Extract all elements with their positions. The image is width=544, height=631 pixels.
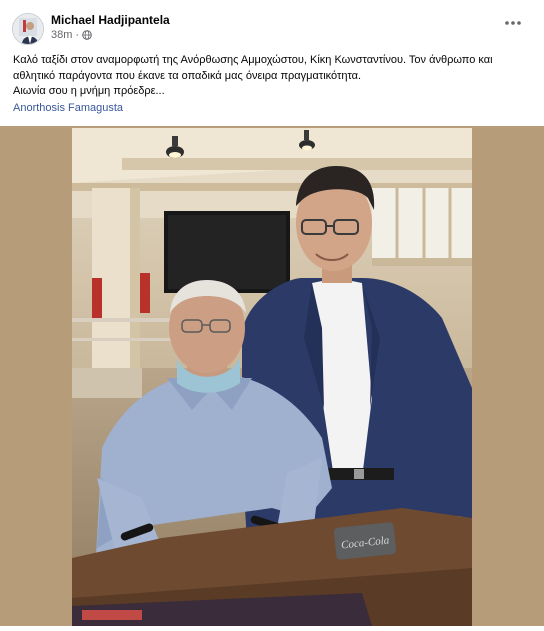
photo-of-two-men: Coca-Cola [72,128,472,626]
author-name[interactable]: Michael Hadjipantela [51,13,170,27]
post-footer [0,626,544,631]
post-header: Michael Hadjipantela 38m · [12,10,532,48]
author-avatar[interactable] [12,13,44,45]
caption-line: Καλό ταξίδι στον αναμορφωτή της Ανόρθωση… [13,54,493,66]
post-time[interactable]: 38m [51,29,72,41]
meta-separator: · [75,29,80,41]
caption-line: Αιωνία σου η μνήμη πρόεδρε... [13,85,165,97]
avatar-image [13,14,43,44]
facebook-post: Michael Hadjipantela 38m · Καλό ταξίδι σ… [0,0,544,631]
post-caption: Καλό ταξίδι στον αναμορφωτή της Ανόρθωση… [13,53,531,100]
globe-icon[interactable] [82,30,92,40]
tagged-page-link[interactable]: Anorthosis Famagusta [13,102,123,114]
post-photo[interactable]: Coca-Cola [72,128,472,626]
post-meta: 38m · [51,29,92,41]
caption-line: αθλητικό παράγοντα που έκανε τα οπαδικά … [13,69,362,82]
more-horizontal-icon[interactable] [502,16,524,30]
